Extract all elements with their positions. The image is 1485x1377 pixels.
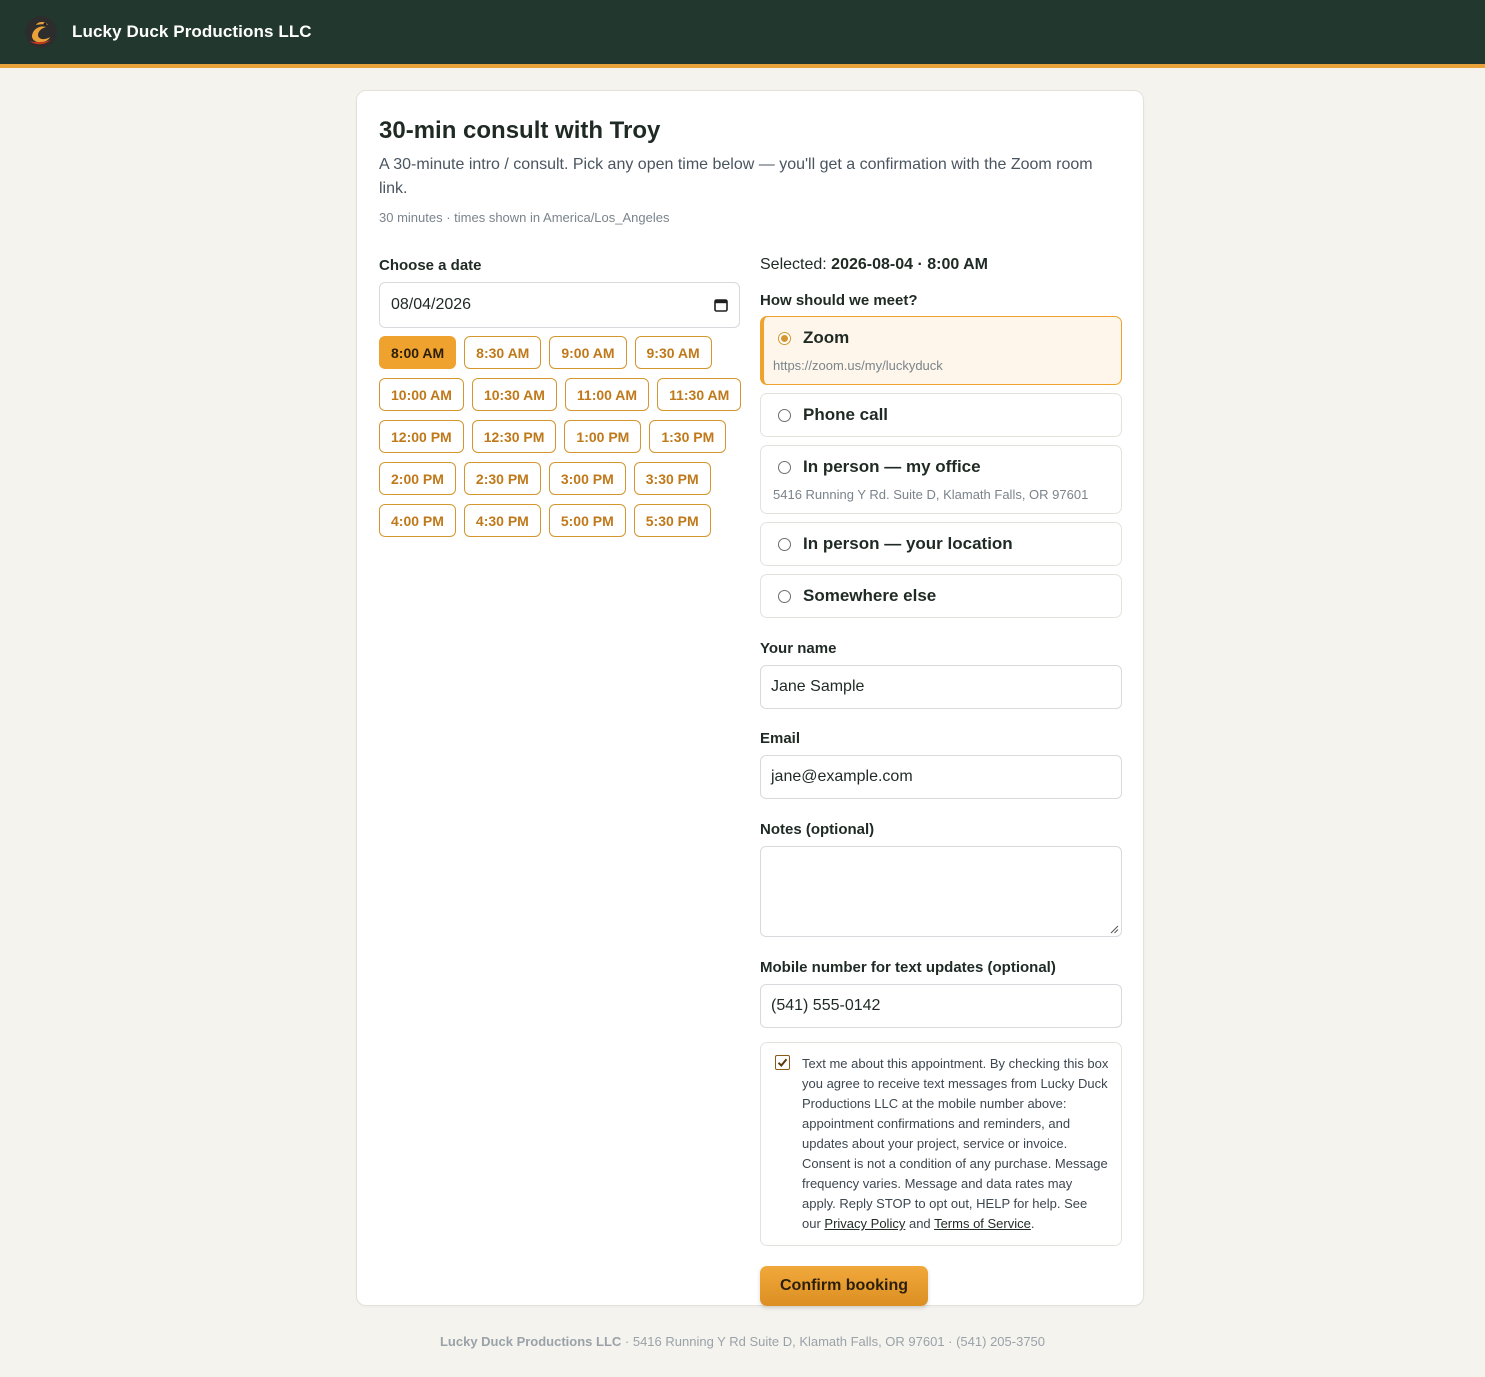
meeting-option-row: In person — your location <box>773 534 1109 554</box>
date-input[interactable]: 08/04/2026 <box>379 282 740 328</box>
booking-description: A 30-minute intro / consult. Pick any op… <box>379 156 1093 197</box>
booking-card: 30-min consult with Troy A 30-minute int… <box>356 90 1144 1306</box>
duck-logo-icon <box>25 16 57 48</box>
mobile-input[interactable]: (541) 555-0142 <box>760 984 1122 1028</box>
meeting-option-radio[interactable] <box>778 460 791 474</box>
sms-consent-box: Text me about this appointment. By check… <box>760 1042 1122 1246</box>
top-bar: Lucky Duck Productions LLC <box>0 0 1485 68</box>
consent-and: and <box>908 1216 931 1231</box>
meeting-option[interactable]: In person — my office 5416 Running Y Rd. … <box>760 445 1122 514</box>
time-slot-button[interactable]: 4:30 PM <box>463 504 541 537</box>
name-input[interactable]: Jane Sample <box>760 665 1122 709</box>
meeting-option-label: Zoom <box>803 328 850 347</box>
meeting-option-row: Somewhere else <box>773 586 1109 606</box>
mobile-value: (541) 555-0142 <box>771 997 881 1014</box>
privacy-policy-link[interactable]: Privacy Policy <box>824 1216 905 1231</box>
meeting-option-radio[interactable] <box>778 589 791 603</box>
meeting-option-label: Somewhere else <box>803 586 937 605</box>
meeting-options: Zoom https://zoom.us/my/luckyduck Phone ca… <box>760 316 1122 618</box>
time-slot-button[interactable]: 2:00 PM <box>379 462 456 495</box>
meeting-option-row: Phone call <box>773 405 1109 425</box>
meeting-option[interactable]: Somewhere else <box>760 574 1122 618</box>
name-value: Jane Sample <box>771 678 865 695</box>
time-slot-button[interactable]: 4:00 PM <box>379 504 456 537</box>
sms-consent-checkbox[interactable] <box>775 1055 790 1070</box>
meeting-option-radio[interactable] <box>778 408 791 422</box>
name-label: Your name <box>760 640 837 657</box>
meeting-option-label: In person — your location <box>803 534 1013 553</box>
meeting-method-label: How should we meet? <box>760 292 918 309</box>
resize-grip-icon[interactable] <box>1110 925 1119 934</box>
footer-company: Lucky Duck Productions LLC <box>439 1334 622 1349</box>
meeting-option-radio[interactable] <box>778 537 791 551</box>
date-value: 08/04/2026 <box>391 296 472 313</box>
time-slot-button[interactable]: 10:00 AM <box>379 378 464 411</box>
details-column: Selected: 2026-08-04 · 8:00 AM How shoul… <box>760 256 1122 1306</box>
time-slot-button[interactable]: 11:00 AM <box>564 378 650 411</box>
meeting-option-radio[interactable] <box>778 331 791 345</box>
time-slot-button[interactable]: 5:00 PM <box>548 504 626 537</box>
time-slot-button[interactable]: 8:30 AM <box>464 336 542 369</box>
selected-value: 2026-08-04 · 8:00 AM <box>831 256 988 273</box>
selected-prefix: Selected: <box>760 256 827 273</box>
time-slot-list: 8:00 AM 8:30 AM 9:00 AM 9:30 AM 10:00 AM 10:3… <box>379 336 749 537</box>
consent-body: Text me about this appointment. By check… <box>802 1056 1109 1231</box>
meeting-option-detail: 5416 Running Y Rd. Suite D, Klamath Fall… <box>773 487 1089 502</box>
meeting-option[interactable]: In person — your location <box>760 522 1122 566</box>
meeting-option-label: In person — my office <box>803 457 981 476</box>
date-time-column: Choose a date 08/04/2026 8:00 AM 8:30 AM 9… <box>379 257 742 537</box>
consent-end: . <box>1030 1216 1035 1231</box>
notes-label: Notes (optional) <box>760 821 875 838</box>
time-slot-button[interactable]: 10:30 AM <box>471 378 557 411</box>
time-slot-button[interactable]: 1:30 PM <box>649 420 727 453</box>
meeting-option[interactable]: Zoom https://zoom.us/my/luckyduck <box>760 316 1122 385</box>
time-slot-button[interactable]: 9:30 AM <box>634 336 712 369</box>
meeting-option-row: Zoom <box>773 328 1109 348</box>
sms-consent-text: Text me about this appointment. By check… <box>802 1054 1109 1234</box>
time-slot-button[interactable]: 3:00 PM <box>548 462 626 495</box>
time-slot-button[interactable]: 1:00 PM <box>564 420 642 453</box>
checkmark-icon <box>777 1058 788 1067</box>
selected-summary: Selected: 2026-08-04 · 8:00 AM <box>760 256 1122 274</box>
mobile-label: Mobile number for text updates (optional… <box>760 959 1056 976</box>
terms-of-service-link[interactable]: Terms of Service <box>934 1216 1031 1231</box>
footer: Lucky Duck Productions LLC · 5416 Runnin… <box>0 1334 1485 1349</box>
meeting-option-detail: https://zoom.us/my/luckyduck <box>773 358 943 373</box>
page-title: 30-min consult with Troy <box>379 117 661 144</box>
time-slot-button[interactable]: 9:00 AM <box>549 336 627 369</box>
meeting-option[interactable]: Phone call <box>760 393 1122 437</box>
time-slot-button[interactable]: 12:00 PM <box>379 420 464 453</box>
confirm-booking-button[interactable]: Confirm booking <box>760 1266 928 1306</box>
email-input[interactable]: jane@example.com <box>760 755 1122 799</box>
meeting-option-label: Phone call <box>803 405 889 424</box>
meeting-option-row: In person — my office <box>773 457 1109 477</box>
date-label: Choose a date <box>379 257 482 274</box>
time-slot-button[interactable]: 5:30 PM <box>633 504 711 537</box>
email-label: Email <box>760 730 801 747</box>
time-slot-button[interactable]: 11:30 AM <box>657 378 742 411</box>
email-value: jane@example.com <box>771 768 913 785</box>
calendar-icon[interactable] <box>714 298 728 312</box>
time-slot-button[interactable]: 3:30 PM <box>633 462 711 495</box>
footer-details: · 5416 Running Y Rd Suite D, Klamath Fal… <box>621 1334 1046 1349</box>
booking-meta: 30 minutes · times shown in America/Los_… <box>379 210 670 225</box>
brand-name: Lucky Duck Productions LLC <box>72 22 312 41</box>
time-slot-button[interactable]: 2:30 PM <box>463 462 541 495</box>
notes-textarea[interactable] <box>760 846 1122 937</box>
time-slot-button[interactable]: 12:30 PM <box>471 420 557 453</box>
time-slot-button[interactable]: 8:00 AM <box>379 336 457 369</box>
